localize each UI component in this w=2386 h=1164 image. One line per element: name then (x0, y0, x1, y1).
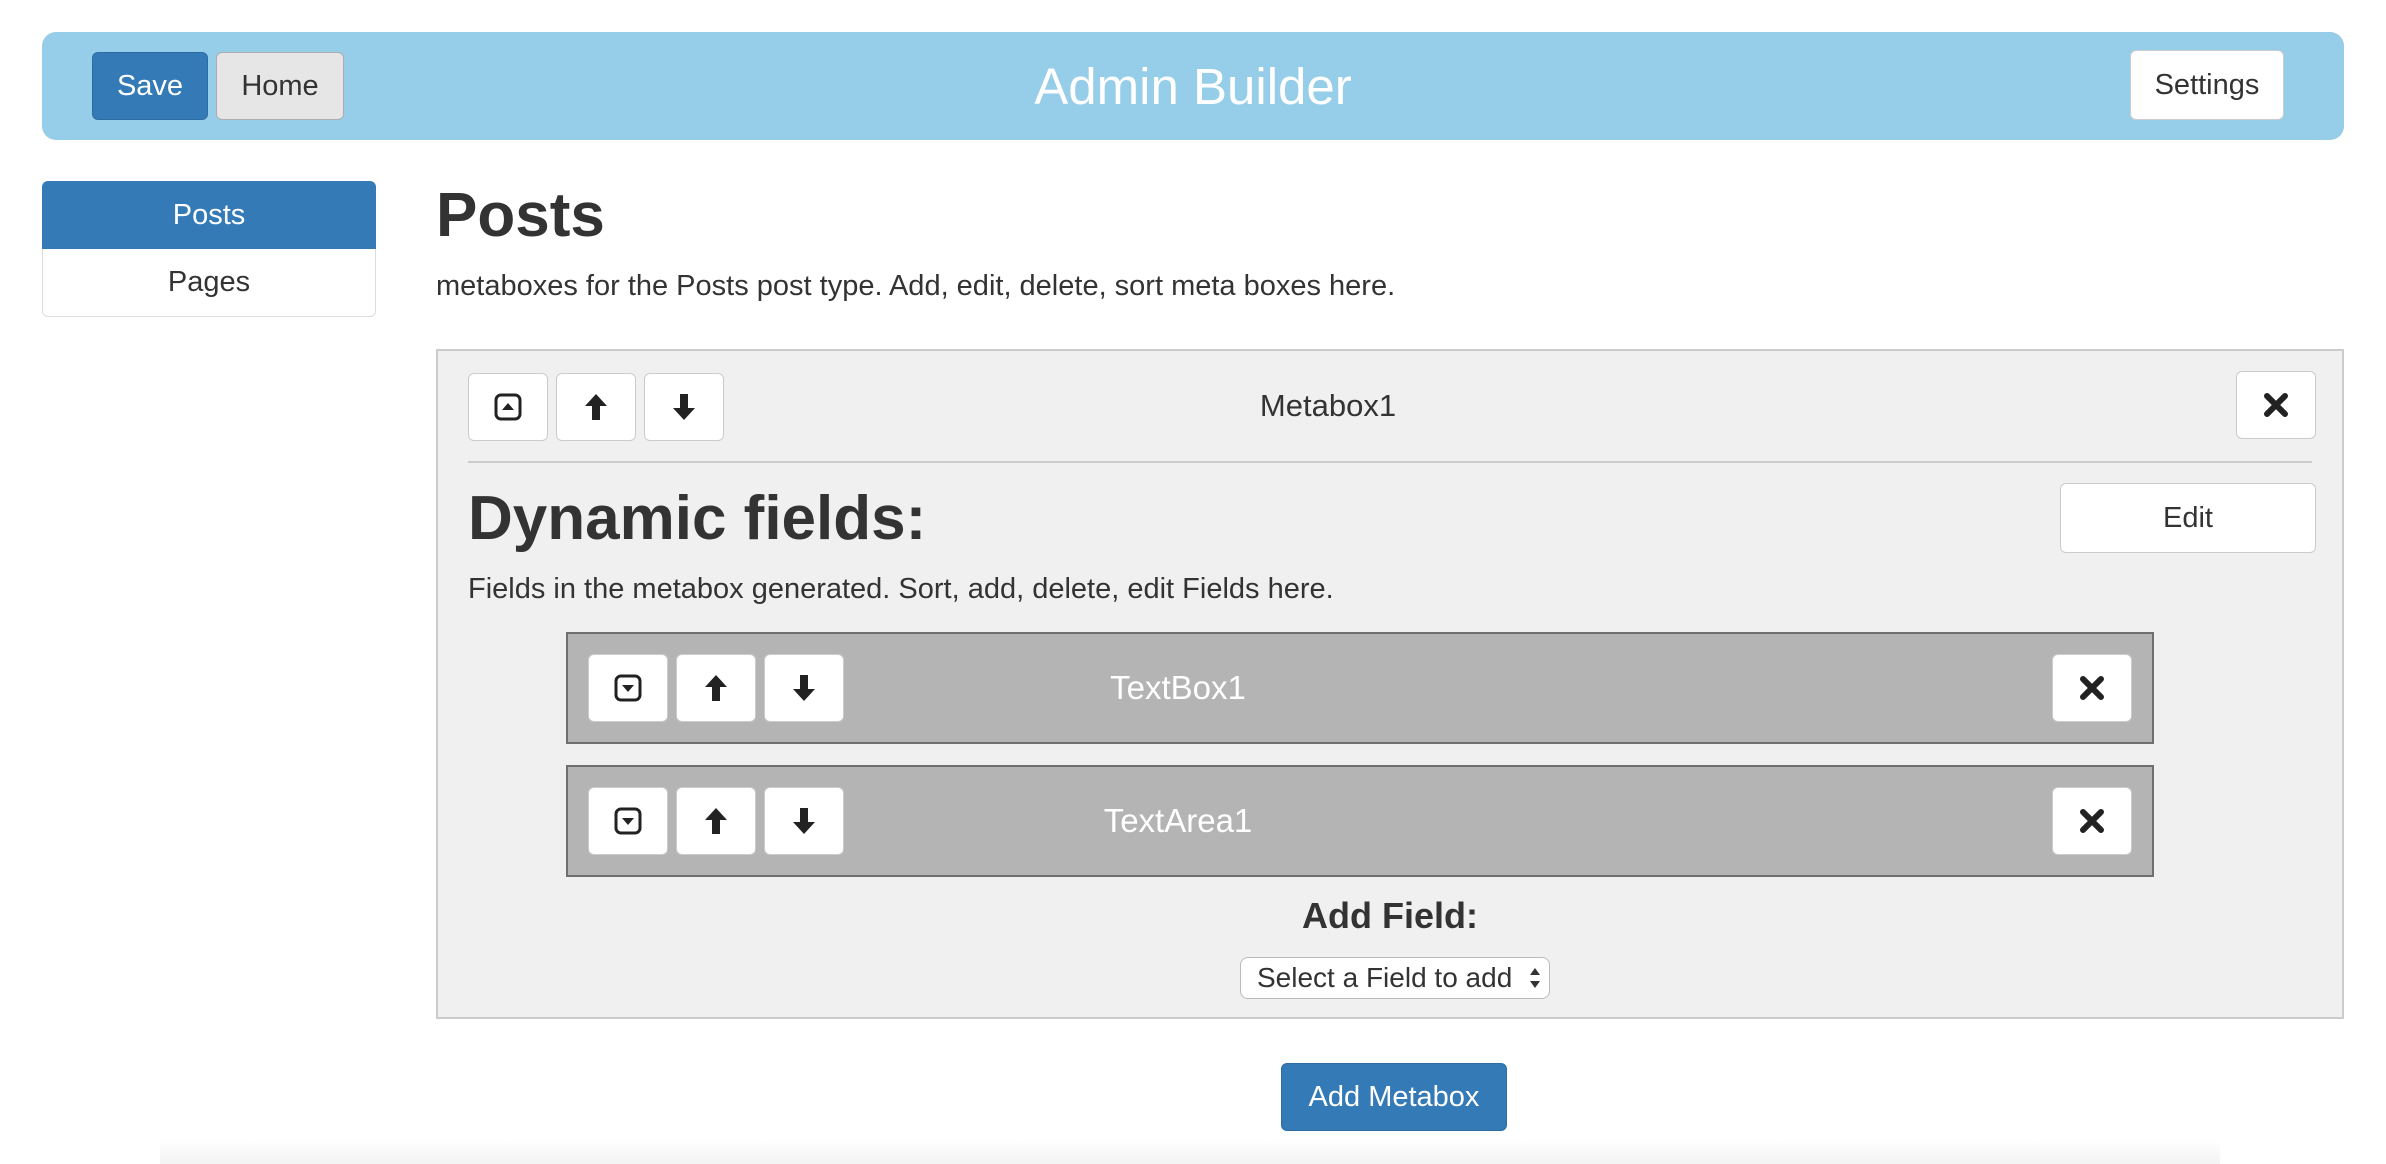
close-icon (2080, 676, 2104, 700)
delete-metabox-button[interactable] (2236, 371, 2316, 439)
collapse-metabox-button[interactable] (468, 373, 548, 441)
page-description: metaboxes for the Posts post type. Add, … (436, 270, 1396, 302)
delete-field-button[interactable] (2052, 787, 2132, 855)
app-title: Admin Builder (1034, 57, 1352, 115)
expand-down-icon (614, 674, 642, 702)
sidebar: Posts Pages (42, 181, 376, 317)
field-type-select[interactable]: Select a Field to add (1240, 957, 1550, 999)
select-arrows-icon (1530, 968, 1540, 988)
page-title: Posts (436, 181, 605, 250)
move-field-up-button[interactable] (676, 787, 756, 855)
home-button[interactable]: Home (216, 52, 344, 120)
arrow-down-icon (793, 675, 815, 701)
sidebar-item-posts[interactable]: Posts (42, 181, 376, 249)
metabox-title: Metabox1 (1259, 388, 1397, 423)
expand-field-button[interactable] (588, 787, 668, 855)
arrow-down-icon (793, 808, 815, 834)
collapse-up-icon (494, 393, 522, 421)
field-title: TextArea1 (1103, 802, 1253, 839)
metabox-panel: Metabox1 Dynamic fields: Edit Fields in … (436, 349, 2344, 1019)
dynamic-fields-heading: Dynamic fields: (468, 484, 927, 553)
close-icon (2080, 809, 2104, 833)
select-value: Select a Field to add (1257, 962, 1513, 993)
arrow-up-icon (705, 675, 727, 701)
edit-metabox-button[interactable]: Edit (2060, 483, 2316, 553)
divider (468, 461, 2312, 463)
move-metabox-down-button[interactable] (644, 373, 724, 441)
move-field-down-button[interactable] (764, 787, 844, 855)
move-metabox-up-button[interactable] (556, 373, 636, 441)
add-metabox-button[interactable]: Add Metabox (1281, 1063, 1507, 1131)
expand-down-icon (614, 807, 642, 835)
close-icon (2264, 393, 2288, 417)
move-field-up-button[interactable] (676, 654, 756, 722)
save-button[interactable]: Save (92, 52, 208, 120)
add-field-label: Add Field: (1302, 895, 1478, 936)
footer-shadow (160, 1140, 2220, 1164)
arrow-up-icon (705, 808, 727, 834)
field-row-textarea1: TextArea1 (566, 765, 2154, 877)
settings-button[interactable]: Settings (2130, 50, 2284, 120)
top-navbar: Save Home Admin Builder Settings (42, 32, 2344, 140)
field-title: TextBox1 (1110, 669, 1246, 706)
move-field-down-button[interactable] (764, 654, 844, 722)
delete-field-button[interactable] (2052, 654, 2132, 722)
arrow-down-icon (673, 394, 695, 420)
field-row-textbox1: TextBox1 (566, 632, 2154, 744)
arrow-up-icon (585, 394, 607, 420)
sidebar-item-pages[interactable]: Pages (42, 249, 376, 317)
fields-description: Fields in the metabox generated. Sort, a… (468, 573, 1334, 605)
expand-field-button[interactable] (588, 654, 668, 722)
